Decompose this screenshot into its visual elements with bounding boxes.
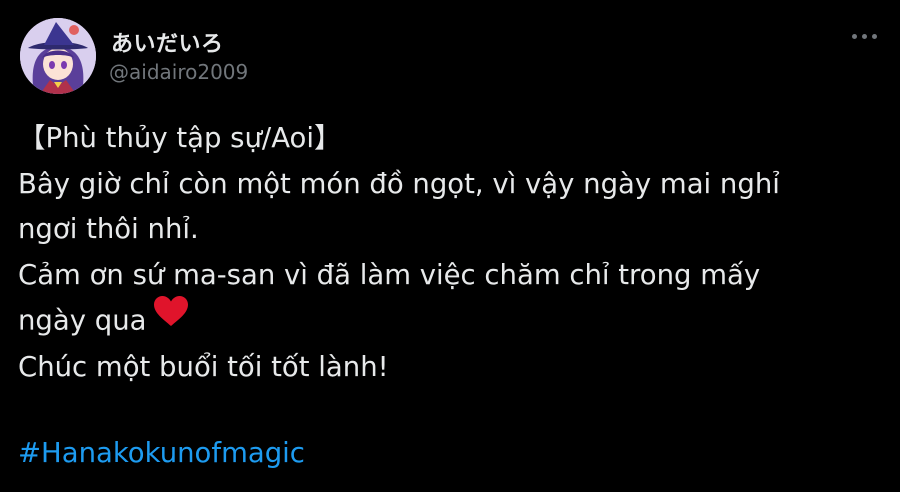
more-options-button[interactable] [844,22,884,50]
author-avatar[interactable] [20,18,96,94]
tweet-line: ngày qua [18,304,147,337]
author-handle[interactable]: @aidairo2009 [109,60,248,84]
more-horizontal-icon [871,33,877,39]
tweet-line: Bây giờ chỉ còn một món đồ ngọt, vì vậy … [18,167,780,200]
more-horizontal-icon [861,33,867,39]
avatar-witch-character-icon [20,18,96,94]
tweet-line: Chúc một buổi tối tốt lành! [18,350,389,383]
author-display-name[interactable]: あいだいろ [111,26,224,58]
red-heart-icon [153,295,189,342]
tweet-text: 【Phù thủy tập sự/Aoi】 Bây giờ chỉ còn mộ… [18,116,888,390]
tweet-line: Cảm ơn sứ ma-san vì đã làm việc chăm chỉ… [18,258,761,291]
tweet-line: 【Phù thủy tập sự/Aoi】 [18,122,342,154]
tweet-line-with-heart: ngày qua [18,295,888,345]
tweet-line: ngơi thôi nhỉ. [18,213,199,245]
more-horizontal-icon [851,33,857,39]
hashtag-link[interactable]: #Hanakokunofmagic [18,431,305,476]
tweet-card: あいだいろ @aidairo2009 【Phù thủy tập sự/Aoi】… [0,0,900,492]
